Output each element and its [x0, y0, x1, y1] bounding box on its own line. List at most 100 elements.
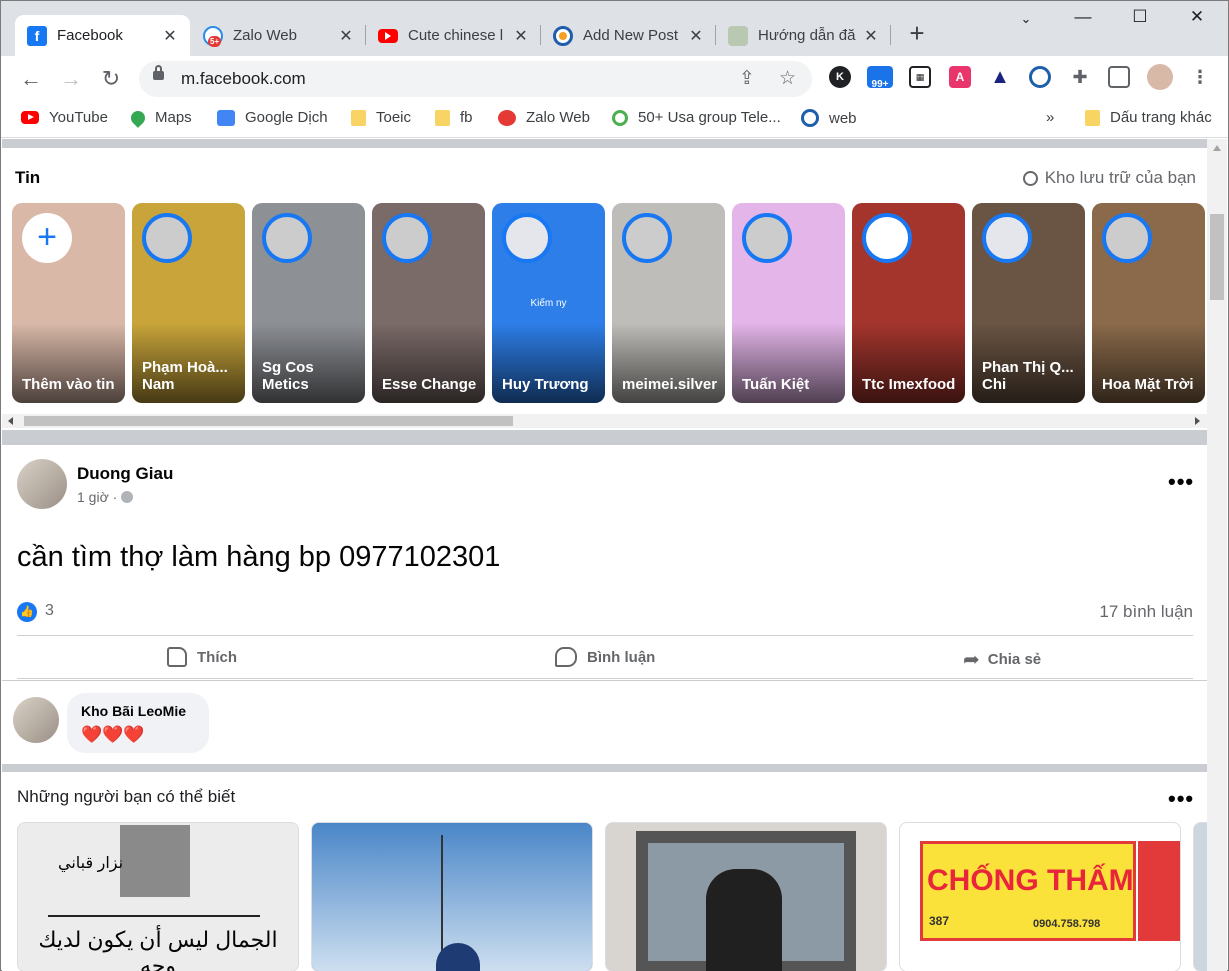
pymk-person-card[interactable]: [605, 822, 887, 971]
story-name: meimei.silver: [622, 376, 718, 393]
a-extension-icon[interactable]: A: [949, 66, 971, 88]
tab-huong-dan[interactable]: Hướng dẫn đă ✕: [716, 15, 891, 56]
profile-avatar[interactable]: [1147, 64, 1173, 90]
comment-bubble[interactable]: Kho Bãi LeoMie ❤️❤️❤️: [67, 693, 209, 753]
globe-icon: [121, 491, 134, 503]
bookmark-label: fb: [460, 109, 473, 126]
k-extension-icon[interactable]: K: [829, 66, 851, 88]
commenter-name[interactable]: Kho Bãi LeoMie: [81, 703, 186, 719]
story-name: Esse Change: [382, 376, 477, 393]
share-button[interactable]: ➦ Chia sẻ: [963, 647, 1041, 672]
arabic-caption: الجمال ليس أن يكون لديك وجه: [38, 927, 278, 971]
like-button[interactable]: Thích: [167, 647, 237, 667]
author-avatar[interactable]: [17, 459, 67, 509]
bookmark-zalo-web[interactable]: Zalo Web: [498, 109, 590, 126]
scroll-up-icon[interactable]: [1213, 145, 1221, 151]
bookmark-web[interactable]: web: [801, 109, 857, 127]
forward-button[interactable]: →: [57, 65, 85, 93]
clock-icon: [1022, 170, 1038, 186]
bookmark-youtube[interactable]: YouTube: [21, 109, 108, 126]
sign-number: 387: [929, 914, 950, 928]
story-card[interactable]: meimei.silver: [612, 203, 725, 403]
story-avatar: [862, 213, 912, 263]
post-time[interactable]: 1 giờ ·: [77, 489, 121, 505]
post-author[interactable]: Duong Giau: [77, 464, 173, 484]
new-tab-button[interactable]: +: [903, 19, 931, 47]
bookmark-other[interactable]: Dấu trang khác: [1085, 109, 1212, 126]
url-text[interactable]: m.facebook.com: [181, 69, 306, 89]
bookmark-star-icon[interactable]: ☆: [779, 67, 796, 90]
close-icon[interactable]: ✕: [513, 26, 529, 46]
story-card[interactable]: Hoa Mặt Trời: [1092, 203, 1205, 403]
pymk-person-card[interactable]: [311, 822, 593, 971]
close-icon[interactable]: ✕: [162, 26, 178, 46]
wordpress-extension-icon[interactable]: [1029, 66, 1051, 88]
back-button[interactable]: ←: [17, 65, 45, 93]
close-window-button[interactable]: ✕: [1182, 7, 1212, 27]
extensions-puzzle-icon[interactable]: ✚: [1069, 66, 1091, 88]
story-card[interactable]: Sg Cos Metics: [252, 203, 365, 403]
arabic-name-text: نزار قباني: [58, 855, 124, 872]
divider: [48, 915, 260, 917]
story-horizontal-scrollbar[interactable]: [2, 414, 1208, 428]
sign-board-edge: [1138, 841, 1180, 941]
pymk-person-card[interactable]: نزار قباني الجمال ليس أن يكون لديك وجه: [17, 822, 299, 971]
maximize-button[interactable]: ☐: [1125, 7, 1155, 27]
story-card[interactable]: Esse Change: [372, 203, 485, 403]
lock-icon[interactable]: [153, 65, 164, 80]
triangle-extension-icon[interactable]: ▲: [989, 66, 1011, 88]
like-reaction-icon[interactable]: 👍: [17, 602, 37, 622]
story-name: Sg Cos Metics: [262, 359, 314, 393]
story-create[interactable]: + Thêm vào tin: [12, 203, 125, 403]
post-more-options-icon[interactable]: •••: [1168, 469, 1194, 495]
comment-count[interactable]: 17 bình luận: [1099, 602, 1193, 622]
scroll-left-icon[interactable]: [8, 417, 13, 425]
add-story-icon[interactable]: +: [22, 213, 72, 263]
bookmark-label: 50+ Usa group Tele...: [638, 109, 781, 126]
share-label: Chia sẻ: [987, 651, 1042, 668]
tab-add-new-post[interactable]: Add New Post ✕: [541, 15, 716, 56]
reaction-count[interactable]: 3: [45, 602, 54, 620]
tab-youtube[interactable]: Cute chinese l ✕: [366, 15, 541, 56]
more-menu-icon[interactable]: ⋮: [1189, 66, 1211, 88]
commenter-avatar[interactable]: [13, 697, 59, 743]
scrollbar-thumb[interactable]: [1210, 214, 1224, 300]
page-vertical-scrollbar[interactable]: [1207, 139, 1227, 971]
stories-title: Tin: [15, 168, 41, 187]
story-card[interactable]: Phan Thị Q... Chi: [972, 203, 1085, 403]
address-bar[interactable]: m.facebook.com ⇪ ☆: [139, 61, 812, 97]
story-card[interactable]: Ttc Imexfood: [852, 203, 965, 403]
extension-badge: 99+: [871, 78, 889, 90]
bookmark-usa-group[interactable]: 50+ Usa group Tele...: [612, 109, 781, 126]
story-card[interactable]: Kiếm ny Huy Trương: [492, 203, 605, 403]
story-avatar: [502, 213, 552, 263]
bookmarks-more-button[interactable]: »: [1046, 109, 1054, 126]
calendar-extension-icon[interactable]: 99+: [867, 66, 893, 90]
comment-button[interactable]: Bình luận: [555, 647, 655, 667]
bookmark-maps[interactable]: Maps: [128, 107, 192, 128]
reload-button[interactable]: ↻: [97, 65, 125, 93]
story-archive-link[interactable]: Kho lưu trữ của bạn: [1022, 168, 1196, 188]
bookmark-google-dich[interactable]: Google Dịch: [217, 109, 328, 126]
scrollbar-thumb[interactable]: [24, 416, 513, 426]
qr-code-icon[interactable]: ▦: [909, 66, 931, 88]
bookmark-toeic[interactable]: Toeic: [351, 109, 411, 126]
tab-search-icon[interactable]: ⌄: [1011, 11, 1041, 27]
bookmark-fb[interactable]: fb: [435, 109, 473, 126]
close-icon[interactable]: ✕: [863, 26, 879, 46]
comment-preview: Kho Bãi LeoMie ❤️❤️❤️: [2, 681, 1208, 764]
post-text: cần tìm thợ làm hàng bp 0977102301: [17, 541, 501, 573]
minimize-button[interactable]: —: [1068, 7, 1098, 27]
close-icon[interactable]: ✕: [338, 26, 354, 46]
close-icon[interactable]: ✕: [688, 26, 704, 46]
side-panel-icon[interactable]: [1108, 66, 1130, 88]
scroll-right-icon[interactable]: [1195, 417, 1200, 425]
share-icon[interactable]: ⇪: [739, 67, 755, 90]
pymk-person-card[interactable]: [1193, 822, 1208, 971]
story-card[interactable]: Tuấn Kiệt: [732, 203, 845, 403]
pymk-more-options-icon[interactable]: •••: [1168, 786, 1194, 812]
tab-facebook[interactable]: f Facebook ✕: [15, 15, 190, 56]
pymk-person-card[interactable]: CHỐNG THẤM 387 0904.758.798: [899, 822, 1181, 971]
tab-zalo[interactable]: 5+ Zalo Web ✕: [191, 15, 366, 56]
story-card[interactable]: Phạm Hoà... Nam: [132, 203, 245, 403]
